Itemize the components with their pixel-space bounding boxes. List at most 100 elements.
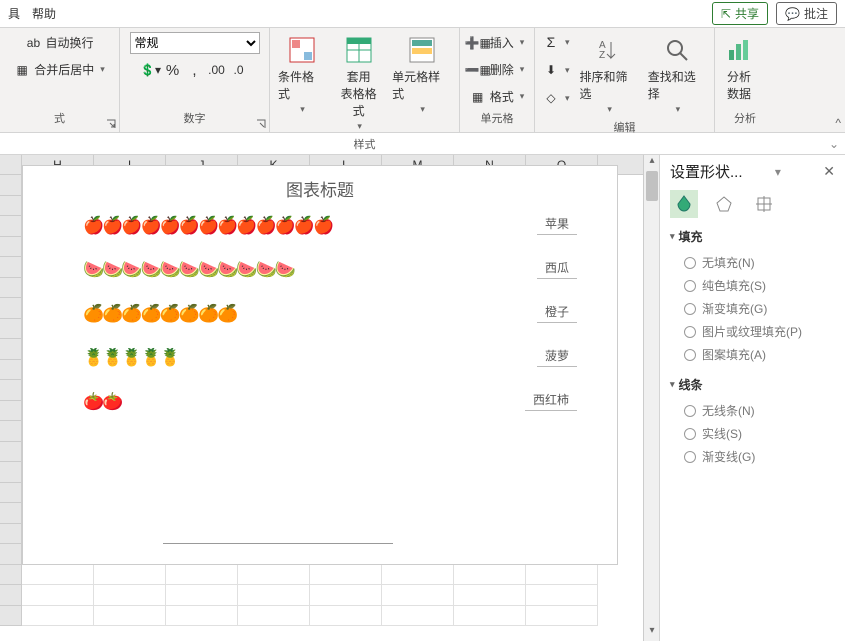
row-header[interactable]	[0, 257, 22, 278]
row-header[interactable]	[0, 524, 22, 545]
cell[interactable]	[382, 606, 454, 627]
size-properties-tab[interactable]	[750, 190, 778, 218]
scroll-thumb[interactable]	[646, 171, 658, 201]
row-header[interactable]	[0, 503, 22, 524]
effects-tab[interactable]	[710, 190, 738, 218]
row-header[interactable]	[0, 462, 22, 483]
row-header[interactable]	[0, 196, 22, 217]
row-header[interactable]	[0, 175, 22, 196]
chart-title[interactable]: 图表标题	[23, 166, 617, 211]
row-header[interactable]	[0, 216, 22, 237]
cell[interactable]	[526, 585, 598, 606]
collapse-ribbon-icon[interactable]: ^	[835, 116, 841, 130]
fill-option[interactable]: 图片或纹理填充(P)	[670, 320, 835, 343]
chart-category-label[interactable]: 苹果	[537, 215, 577, 235]
fill-button[interactable]: ⬇▾	[541, 60, 572, 80]
chart-bar-row[interactable]: 🍊🍊🍊🍊🍊🍊🍊🍊 橙子	[83, 303, 597, 323]
cell[interactable]	[166, 585, 238, 606]
sort-filter-button[interactable]: AZ排序和筛选▾	[578, 32, 640, 117]
row-header[interactable]	[0, 544, 22, 565]
cell[interactable]	[94, 585, 166, 606]
find-select-button[interactable]: 查找和选择▾	[646, 32, 708, 117]
chart-bar[interactable]: 🍍🍍🍍🍍🍍	[83, 347, 179, 367]
embedded-chart[interactable]: 图表标题 🍎🍎🍎🍎🍎🍎🍎🍎🍎🍎🍎🍎🍎 苹果 🍉🍉🍉🍉🍉🍉🍉🍉🍉🍉🍉西瓜 🍊🍊🍊🍊🍊🍊🍊…	[22, 165, 618, 565]
annotate-button[interactable]: 💬批注	[776, 2, 837, 25]
cell[interactable]	[310, 606, 382, 627]
row-header[interactable]	[0, 237, 22, 258]
merge-center-button[interactable]: ▦合并后居中▾	[12, 59, 107, 80]
row-header[interactable]	[0, 401, 22, 422]
chart-category-label[interactable]: 西红柿	[525, 391, 577, 411]
cell[interactable]	[454, 565, 526, 586]
line-section-header[interactable]: ▾线条	[670, 376, 835, 393]
table-format-button[interactable]: 套用 表格格式▾	[333, 32, 384, 134]
row-header[interactable]	[0, 278, 22, 299]
percent-icon[interactable]: %	[165, 62, 181, 78]
cell[interactable]	[526, 606, 598, 627]
vertical-scrollbar[interactable]: ▴ ▾	[643, 155, 659, 641]
chart-bar[interactable]: 🍅🍅	[83, 391, 121, 411]
scroll-up-icon[interactable]: ▴	[644, 155, 660, 171]
row-header[interactable]	[0, 483, 22, 504]
delete-button[interactable]: ➖▦删除▾	[468, 59, 527, 80]
row-header[interactable]	[0, 339, 22, 360]
row-header[interactable]	[0, 380, 22, 401]
cell[interactable]	[166, 565, 238, 586]
row-header[interactable]	[0, 360, 22, 381]
chart-bar-row[interactable]: 🍍🍍🍍🍍🍍 菠萝	[83, 347, 597, 367]
chart-category-label[interactable]: 橙子	[537, 303, 577, 323]
cell[interactable]	[310, 585, 382, 606]
format-button[interactable]: ▦格式▾	[468, 86, 527, 107]
fill-section-header[interactable]: ▾填充	[670, 228, 835, 245]
cell[interactable]	[382, 565, 454, 586]
row-header[interactable]	[0, 606, 22, 627]
row-header[interactable]	[0, 421, 22, 442]
increase-decimal-icon[interactable]: .00	[209, 62, 225, 78]
formula-bar-expand-icon[interactable]: ⌄	[829, 137, 839, 151]
fill-option[interactable]: 无填充(N)	[670, 251, 835, 274]
menu-tools[interactable]: 具	[8, 5, 20, 22]
fill-line-tab[interactable]	[670, 190, 698, 218]
scroll-down-icon[interactable]: ▾	[644, 625, 660, 641]
cell[interactable]	[166, 606, 238, 627]
comma-icon[interactable]: ,	[187, 62, 203, 78]
cell[interactable]	[238, 565, 310, 586]
wrap-text-button[interactable]: ab自动换行	[23, 32, 95, 53]
close-icon[interactable]: ✕	[823, 163, 835, 180]
conditional-format-button[interactable]: 条件格式▾	[276, 32, 327, 117]
dialog-launcher-icon[interactable]	[255, 118, 267, 130]
fill-option[interactable]: 纯色填充(S)	[670, 274, 835, 297]
cell[interactable]	[22, 585, 94, 606]
clear-button[interactable]: ◇▾	[541, 88, 572, 108]
cell-styles-button[interactable]: 单元格样式▾	[390, 32, 453, 117]
line-option[interactable]: 无线条(N)	[670, 399, 835, 422]
chart-bar-row[interactable]: 🍉🍉🍉🍉🍉🍉🍉🍉🍉🍉🍉西瓜	[83, 259, 597, 279]
autosum-button[interactable]: Σ▾	[541, 32, 572, 52]
chart-bar-row[interactable]: 🍎🍎🍎🍎🍎🍎🍎🍎🍎🍎🍎🍎🍎 苹果	[83, 215, 597, 235]
row-header[interactable]	[0, 319, 22, 340]
decrease-decimal-icon[interactable]: .0	[231, 62, 247, 78]
cell[interactable]	[454, 585, 526, 606]
pane-options-icon[interactable]: ▾	[775, 165, 781, 179]
chart-bar[interactable]: 🍊🍊🍊🍊🍊🍊🍊🍊	[83, 303, 236, 323]
line-option[interactable]: 渐变线(G)	[670, 445, 835, 468]
chart-bar-row[interactable]: 🍅🍅 西红柿	[83, 391, 597, 411]
worksheet-grid[interactable]: H I J K L M N O 图表标题 🍎🍎🍎🍎🍎🍎🍎🍎🍎🍎🍎🍎🍎苹果🍉🍉🍉🍉…	[0, 155, 643, 641]
chart-category-label[interactable]: 菠萝	[537, 347, 577, 367]
chart-bar[interactable]: 🍎🍎🍎🍎🍎🍎🍎🍎🍎🍎🍎🍎🍎	[83, 215, 332, 235]
fill-option[interactable]: 渐变填充(G)	[670, 297, 835, 320]
analyze-data-button[interactable]: 分析 数据	[721, 32, 757, 104]
row-header[interactable]	[0, 298, 22, 319]
select-all-corner[interactable]	[0, 155, 22, 174]
row-header[interactable]	[0, 585, 22, 606]
cell[interactable]	[22, 565, 94, 586]
cell[interactable]	[238, 606, 310, 627]
cell[interactable]	[22, 606, 94, 627]
insert-button[interactable]: ➕▦插入▾	[468, 32, 527, 53]
fill-option[interactable]: 图案填充(A)	[670, 343, 835, 366]
line-option[interactable]: 实线(S)	[670, 422, 835, 445]
cell[interactable]	[94, 565, 166, 586]
dialog-launcher-icon[interactable]	[105, 118, 117, 130]
chart-category-label[interactable]: 西瓜	[537, 259, 577, 279]
cell[interactable]	[526, 565, 598, 586]
